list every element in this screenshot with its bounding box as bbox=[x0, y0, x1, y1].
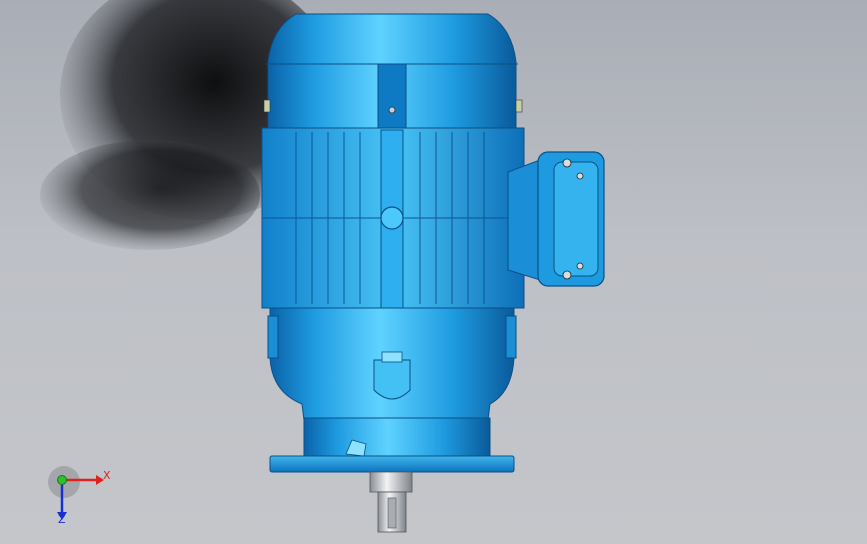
fan-cover-slot bbox=[377, 63, 407, 131]
x-axis-label: X bbox=[103, 469, 111, 482]
flange-neck bbox=[303, 417, 491, 457]
view-triad[interactable]: X Z bbox=[40, 462, 130, 532]
cast-shadow-lower bbox=[40, 140, 260, 250]
terminal-box[interactable] bbox=[507, 151, 605, 287]
y-axis-dot-icon bbox=[57, 475, 67, 485]
graphics-viewport[interactable]: X Z bbox=[0, 0, 867, 544]
housing-bolt-left bbox=[267, 315, 279, 359]
shaft-collar bbox=[369, 471, 413, 493]
mounting-lug-left bbox=[263, 99, 271, 113]
mounting-flange[interactable] bbox=[269, 455, 515, 473]
shaft-keyway bbox=[387, 497, 397, 529]
screw-icon bbox=[388, 106, 396, 114]
triad-graphic bbox=[48, 466, 104, 520]
mounting-lug-right bbox=[515, 99, 523, 113]
drain-boss bbox=[373, 359, 411, 400]
motor-model[interactable] bbox=[0, 0, 867, 544]
z-axis-label: Z bbox=[58, 513, 66, 526]
housing-bolt-right bbox=[505, 315, 517, 359]
lifting-eye-icon bbox=[380, 206, 404, 230]
drain-plug bbox=[381, 351, 403, 363]
